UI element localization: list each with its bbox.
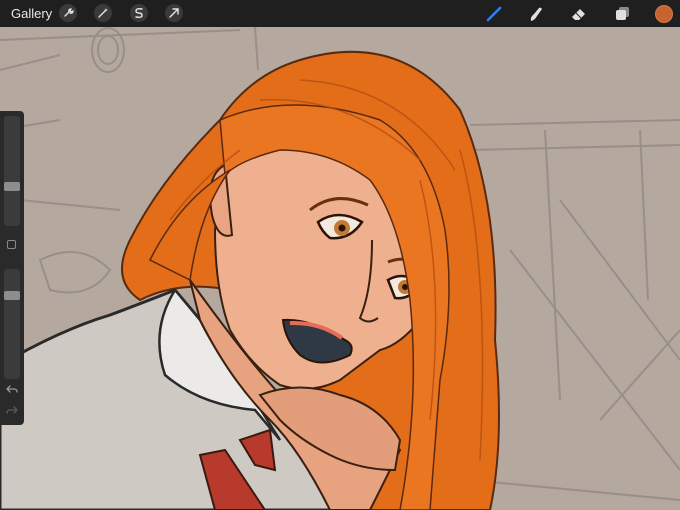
left-sidebar [0, 111, 24, 425]
drawing-canvas[interactable] [0, 0, 680, 510]
selection-icon[interactable] [130, 4, 148, 22]
layers-icon[interactable] [612, 4, 632, 24]
smudge-icon[interactable] [526, 4, 546, 24]
brush-size-handle[interactable] [4, 182, 20, 191]
redo-arrow-icon[interactable] [4, 404, 20, 418]
brush-size-slider[interactable] [4, 116, 20, 226]
color-picker-swatch[interactable] [655, 5, 673, 23]
adjustments-magic-wand-icon[interactable] [94, 4, 112, 22]
opacity-handle[interactable] [4, 291, 20, 300]
opacity-slider[interactable] [4, 269, 20, 379]
eraser-icon[interactable] [569, 4, 589, 24]
brush-icon[interactable] [484, 4, 504, 24]
top-toolbar: Gallery [0, 0, 680, 27]
modify-square-button[interactable] [7, 240, 16, 249]
actions-wrench-icon[interactable] [59, 4, 77, 22]
gallery-button[interactable]: Gallery [11, 6, 52, 21]
undo-arrow-icon[interactable] [4, 383, 20, 397]
transform-arrow-icon[interactable] [165, 4, 183, 22]
